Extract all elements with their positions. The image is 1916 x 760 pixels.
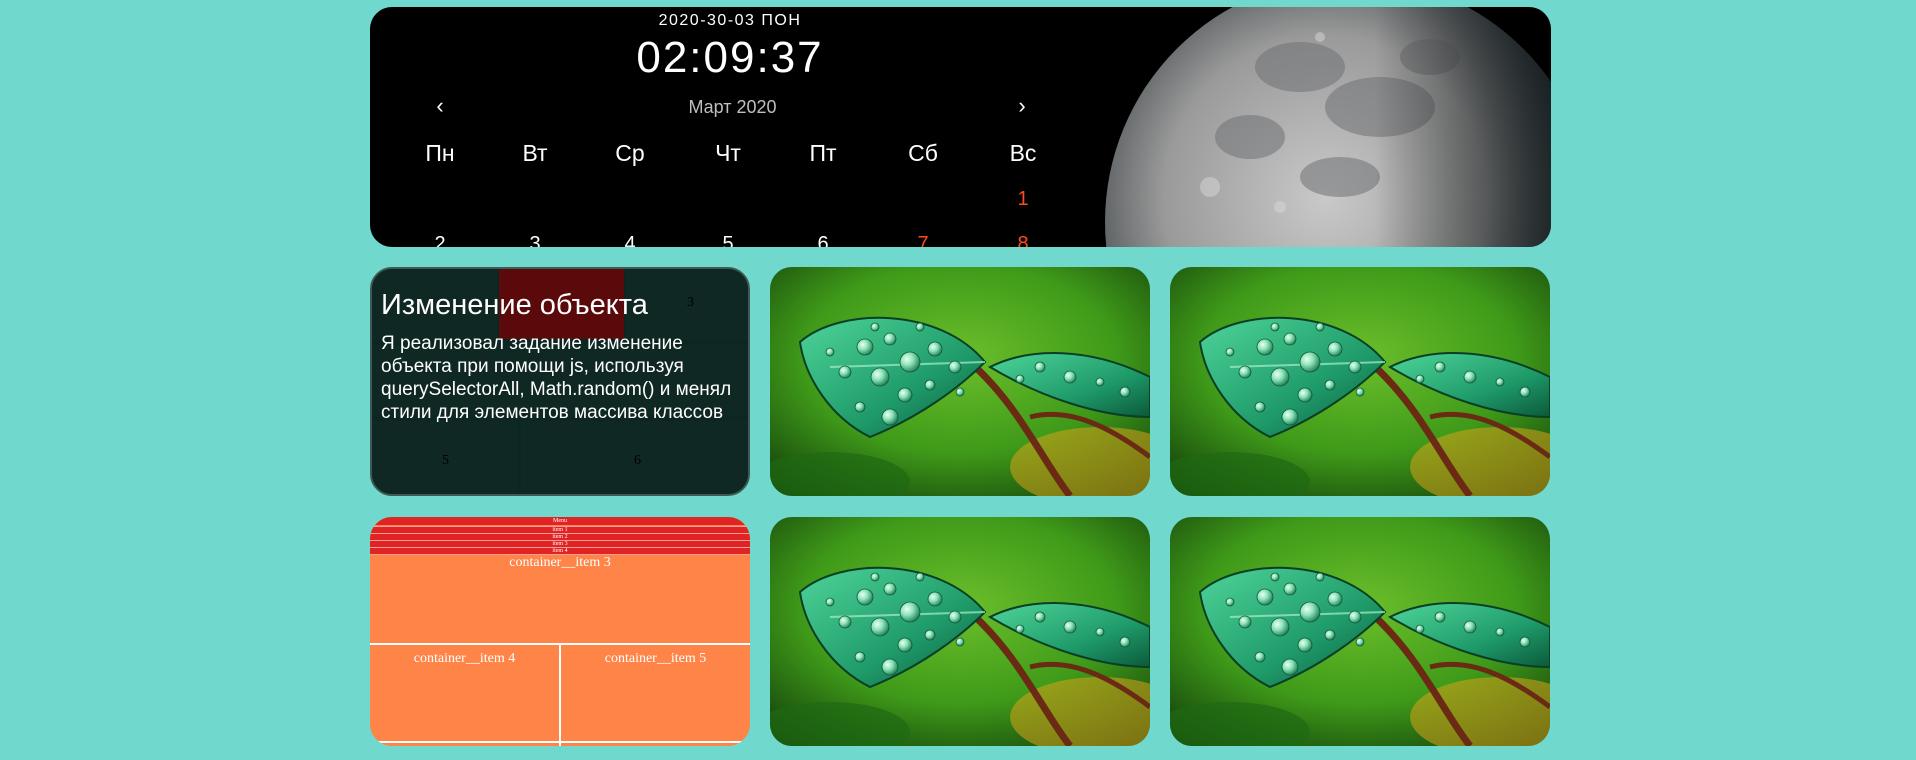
current-date: 2020-30-03 ПОН	[658, 12, 802, 29]
calendar-widget: 2020-30-03 ПОН 02:09:37 ‹ Март 2020 › Пн…	[370, 7, 1551, 247]
menu-item[interactable]: item 2	[370, 533, 750, 540]
grid-number: 5	[442, 453, 449, 468]
weekday-sun: Вс	[1009, 140, 1037, 166]
calendar-day[interactable]: 8	[988, 233, 1058, 247]
grid-number: 3	[687, 295, 694, 310]
month-title: Март 2020	[688, 97, 777, 117]
gallery-card-leaf-3[interactable]	[770, 517, 1150, 746]
leaf-photo	[1170, 517, 1550, 746]
divider	[370, 741, 750, 743]
menu-item[interactable]: item 4	[370, 547, 750, 555]
gallery-card-leaf-4[interactable]	[1170, 517, 1550, 746]
calendar-day[interactable]: 2	[405, 233, 475, 247]
weekday-sat: Сб	[908, 140, 938, 166]
menu-item[interactable]: item 1	[370, 526, 750, 533]
project-description: Я реализовал задание изменение объекта п…	[381, 333, 732, 423]
leaf-photo	[770, 517, 1150, 746]
project-card-object-change[interactable]: 3 5 6 Изменение объекта Я реализовал зад…	[370, 267, 750, 496]
menu-header: Menu	[370, 517, 750, 525]
gallery-card-leaf-2[interactable]	[1170, 267, 1550, 496]
digital-clock: 02:09:37	[636, 33, 824, 82]
moon-image	[1105, 7, 1551, 247]
weekday-wed: Ср	[615, 140, 645, 166]
calendar-day[interactable]: 6	[788, 233, 858, 247]
container-item-3: container__item 3	[509, 555, 611, 570]
next-month-button[interactable]: ›	[1007, 93, 1037, 119]
project-card-layout[interactable]: Menu item 1 item 2 item 3 item 4 contain…	[370, 517, 750, 746]
calendar-day[interactable]: 5	[693, 233, 763, 247]
calendar-day[interactable]: 4	[595, 233, 665, 247]
container-item-4: container__item 4	[413, 651, 516, 666]
leaf-photo	[1170, 267, 1550, 496]
weekday-mon: Пн	[425, 140, 455, 166]
grid-number: 6	[634, 453, 641, 468]
container-item-5: container__item 5	[604, 651, 707, 666]
weekday-thu: Чт	[715, 140, 741, 166]
calendar-day[interactable]: 3	[500, 233, 570, 247]
menu-item[interactable]: item 3	[370, 540, 750, 547]
weekday-tue: Вт	[522, 140, 548, 166]
leaf-photo	[770, 267, 1150, 496]
project-title: Изменение объекта	[381, 289, 648, 321]
calendar-day[interactable]: 7	[888, 233, 958, 247]
calendar-day[interactable]: 1	[988, 188, 1058, 211]
weekday-fri: Пт	[809, 140, 837, 166]
gallery-card-leaf-1[interactable]	[770, 267, 1150, 496]
